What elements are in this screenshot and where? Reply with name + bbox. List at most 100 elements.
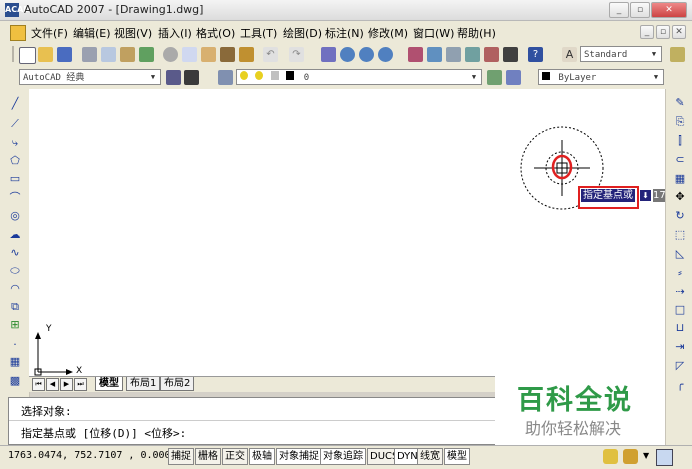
save-icon[interactable] — [57, 47, 72, 62]
first-tab-icon[interactable]: ⏮ — [32, 378, 45, 391]
circle-icon[interactable]: ◎ — [8, 209, 22, 223]
publish-icon[interactable] — [120, 47, 135, 62]
rotate-icon[interactable]: ↻ — [672, 209, 688, 223]
erase-icon[interactable]: ✎ — [672, 96, 688, 110]
next-tab-icon[interactable]: ▶ — [60, 378, 73, 391]
offset-icon[interactable]: ⊂ — [672, 153, 688, 167]
color-dropdown[interactable]: ByLayer ▼ — [538, 69, 664, 85]
tab-model[interactable]: 模型 — [95, 377, 123, 391]
spline-icon[interactable]: ∿ — [8, 246, 22, 260]
open-icon[interactable] — [38, 47, 53, 62]
join-icon[interactable]: ⇥ — [672, 340, 688, 354]
block-editor-icon[interactable] — [239, 47, 254, 62]
down-arrow-icon[interactable]: ⬇ — [640, 190, 651, 201]
maximize-button[interactable]: ▫ — [630, 2, 650, 18]
minimize-button[interactable]: _ — [609, 2, 629, 18]
last-tab-icon[interactable]: ⏭ — [74, 378, 87, 391]
copy-object-icon[interactable]: ⎘ — [672, 115, 688, 129]
text-style-dropdown[interactable]: Standard ▼ — [580, 46, 662, 62]
copy-icon[interactable] — [182, 47, 197, 62]
zoom-realtime-icon[interactable] — [340, 47, 355, 62]
chevron-down-icon[interactable]: ▼ — [643, 451, 649, 460]
menu-window[interactable]: 窗口(W) — [413, 25, 454, 41]
line-icon[interactable]: ╱ — [8, 97, 22, 111]
break-at-point-icon[interactable]: □ — [672, 303, 688, 317]
workspace-settings-icon[interactable] — [166, 70, 181, 85]
stretch-icon[interactable]: ◺ — [672, 247, 688, 261]
trim-icon[interactable]: ⸗ — [672, 266, 688, 280]
gradient-icon[interactable]: ▩ — [8, 374, 22, 388]
design-center-icon[interactable] — [427, 47, 442, 62]
doc-restore-button[interactable]: ▫ — [656, 25, 670, 39]
menu-view[interactable]: 视图(V) — [114, 25, 152, 41]
drawing-area[interactable]: Y X 指定基点或 ⬇ 1763.04 — [29, 89, 665, 376]
undo-icon[interactable]: ↶ — [263, 47, 278, 62]
previous-tab-icon[interactable]: ◀ — [46, 378, 59, 391]
menu-tools[interactable]: 工具(T) — [240, 25, 277, 41]
workspace-dropdown[interactable]: AutoCAD 经典 ▼ — [19, 69, 161, 85]
plot-preview-icon[interactable] — [101, 47, 116, 62]
paste-icon[interactable] — [201, 47, 216, 62]
rectangle-icon[interactable]: ▭ — [8, 172, 22, 186]
array-icon[interactable]: ▦ — [672, 172, 688, 186]
publish-web-icon[interactable] — [139, 47, 154, 62]
properties-icon[interactable] — [408, 47, 423, 62]
ellipse-icon[interactable]: ⬭ — [8, 264, 22, 278]
command-window[interactable]: 选择对象: 指定基点或 [位移(D)] <位移>: — [8, 397, 497, 445]
layer-manager-icon[interactable] — [218, 70, 233, 85]
fillet-icon[interactable]: ╭ — [672, 378, 688, 392]
tab-layout2[interactable]: 布局2 — [160, 377, 195, 391]
menu-draw[interactable]: 绘图(D) — [283, 25, 322, 41]
break-icon[interactable]: ⊔ — [672, 321, 688, 335]
match-properties-icon[interactable] — [220, 47, 235, 62]
markup-icon[interactable] — [484, 47, 499, 62]
zoom-window-icon[interactable] — [359, 47, 374, 62]
document-icon[interactable] — [10, 25, 26, 41]
revision-cloud-icon[interactable]: ☁ — [8, 228, 22, 242]
model-toggle[interactable]: 模型 — [444, 448, 470, 465]
lock-toolbar-icon[interactable] — [623, 449, 638, 464]
menu-format[interactable]: 格式(O) — [196, 25, 235, 41]
close-button[interactable]: ✕ — [651, 2, 687, 18]
make-block-icon[interactable]: ⊞ — [8, 318, 22, 332]
tab-layout1[interactable]: 布局1 — [126, 377, 161, 391]
ortho-toggle[interactable]: 正交 — [222, 448, 248, 465]
menu-dimension[interactable]: 标注(N) — [325, 25, 364, 41]
doc-minimize-button[interactable]: _ — [640, 25, 654, 39]
polar-toggle[interactable]: 极轴 — [249, 448, 275, 465]
calculator-icon[interactable] — [503, 47, 518, 62]
otrack-toggle[interactable]: 对象追踪 — [320, 448, 366, 465]
new-icon[interactable] — [19, 47, 36, 64]
ellipse-arc-icon[interactable]: ◠ — [8, 282, 22, 296]
layer-dropdown[interactable]: 0 ▼ — [236, 69, 482, 85]
tool-palettes-icon[interactable] — [446, 47, 461, 62]
doc-close-button[interactable]: ✕ — [672, 25, 686, 39]
hatch-icon[interactable]: ▦ — [8, 355, 22, 369]
scale-icon[interactable]: ⬚ — [672, 228, 688, 242]
print-icon[interactable] — [82, 47, 97, 62]
command-prompt-line[interactable]: 指定基点或 [位移(D)] <位移>: — [21, 425, 186, 441]
menu-modify[interactable]: 修改(M) — [368, 25, 408, 41]
make-layer-current-icon[interactable] — [487, 70, 502, 85]
osnap-toggle[interactable]: 对象捕捉 — [276, 448, 322, 465]
redo-icon[interactable]: ↷ — [289, 47, 304, 62]
point-icon[interactable]: · — [8, 338, 22, 352]
grid-toggle[interactable]: 栅格 — [195, 448, 221, 465]
arc-icon[interactable]: ⌒ — [8, 191, 22, 205]
text-style-icon[interactable]: A — [562, 47, 577, 62]
extend-icon[interactable]: ⇢ — [672, 285, 688, 299]
menu-edit[interactable]: 编辑(E) — [73, 25, 111, 41]
layer-previous-icon[interactable] — [506, 70, 521, 85]
snap-toggle[interactable]: 捕捉 — [168, 448, 194, 465]
help-icon[interactable]: ? — [528, 47, 543, 62]
construction-line-icon[interactable]: ⟋ — [8, 117, 22, 131]
lineweight-toggle[interactable]: 线宽 — [417, 448, 443, 465]
zoom-previous-icon[interactable] — [378, 47, 393, 62]
workspace-save-icon[interactable] — [184, 70, 199, 85]
clean-screen-icon[interactable] — [656, 449, 673, 466]
menu-help[interactable]: 帮助(H) — [457, 25, 496, 41]
menu-insert[interactable]: 插入(I) — [158, 25, 192, 41]
move-icon[interactable]: ✥ — [672, 190, 688, 204]
dim-style-icon[interactable] — [670, 47, 685, 62]
insert-block-icon[interactable]: ⧉ — [8, 300, 22, 314]
